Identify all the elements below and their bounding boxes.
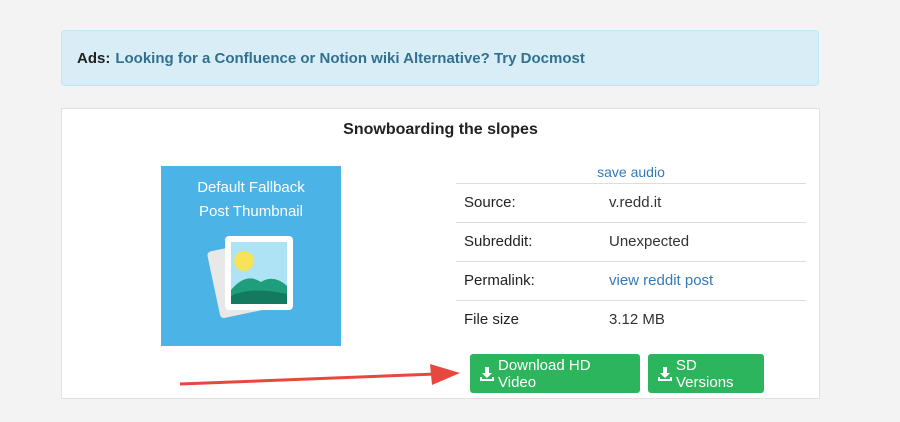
download-icon bbox=[658, 366, 672, 381]
detail-value: 3.12 MB bbox=[609, 311, 665, 328]
detail-row-source: Source: v.redd.it bbox=[456, 184, 806, 223]
detail-key: Source: bbox=[464, 194, 516, 211]
thumbnail-caption: Default Fallback Post Thumbnail bbox=[161, 176, 341, 224]
detail-row-file-size: File size 3.12 MB bbox=[456, 301, 806, 339]
sd-versions-label: SD Versions bbox=[676, 356, 734, 391]
post-card: Snowboarding the slopes Default Fallback… bbox=[61, 108, 820, 399]
thumbnail-caption-line1: Default Fallback bbox=[197, 179, 305, 196]
detail-value: view reddit post bbox=[609, 262, 713, 300]
details-table: save audio Source: v.redd.it Subreddit: … bbox=[456, 161, 806, 339]
ads-label: Ads: bbox=[77, 49, 111, 67]
sd-versions-button[interactable]: SD Versions bbox=[648, 354, 764, 393]
image-placeholder-icon bbox=[207, 236, 293, 318]
post-thumbnail: Default Fallback Post Thumbnail bbox=[161, 166, 341, 346]
save-audio-row: save audio bbox=[456, 161, 806, 184]
detail-key: File size bbox=[464, 311, 520, 328]
detail-key: Subreddit: bbox=[464, 233, 533, 250]
thumbnail-caption-line2: Post Thumbnail bbox=[199, 203, 303, 220]
red-arrow-annotation bbox=[179, 364, 460, 386]
ad-banner: Ads: Looking for a Confluence or Notion … bbox=[61, 30, 819, 86]
post-title: Snowboarding the slopes bbox=[343, 121, 538, 138]
download-hd-button[interactable]: Download HD Video bbox=[470, 354, 640, 393]
detail-value: Unexpected bbox=[609, 233, 690, 250]
detail-row-subreddit: Subreddit: Unexpected bbox=[456, 223, 806, 262]
detail-value: v.redd.it bbox=[609, 194, 662, 211]
detail-key: Permalink: bbox=[464, 272, 535, 289]
download-hd-label: Download HD Video bbox=[498, 356, 591, 391]
save-audio-link[interactable]: save audio bbox=[597, 164, 665, 180]
download-icon bbox=[480, 366, 494, 381]
ads-link[interactable]: Looking for a Confluence or Notion wiki … bbox=[115, 50, 585, 67]
detail-row-permalink: Permalink: view reddit post bbox=[456, 262, 806, 301]
permalink-link[interactable]: view reddit post bbox=[609, 272, 713, 289]
